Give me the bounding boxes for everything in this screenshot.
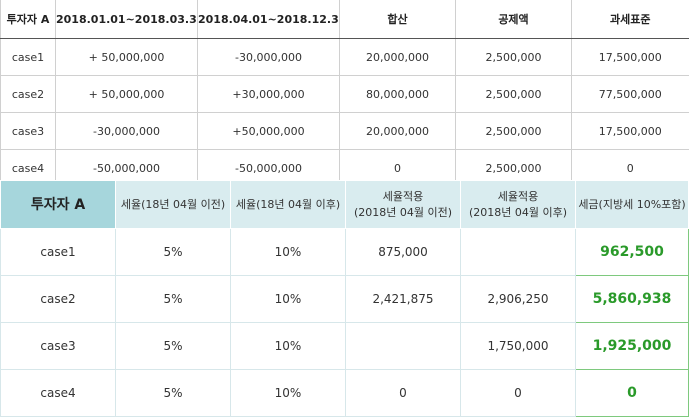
applied-after-value: 1,750,000	[460, 322, 576, 370]
header-period-1: 2018.01.01~2018.03.31	[55, 0, 198, 39]
sum-value: 20,000,000	[339, 38, 456, 76]
tax-calculation-table: 투자자 A 세율(18년 04월 이전) 세율(18년 04월 이후) 세율적용…	[0, 180, 689, 417]
period-1-value: + 50,000,000	[55, 75, 198, 113]
applied-before-value: 0	[345, 369, 461, 417]
case-label: case2	[0, 275, 116, 323]
rate-before-value: 5%	[115, 322, 231, 370]
table-header-row: 투자자 A 2018.01.01~2018.03.31 2018.04.01~2…	[0, 0, 689, 39]
header-investor: 투자자 A	[0, 180, 116, 229]
table-row: case1 5% 10% 875,000 962,500	[0, 228, 689, 276]
case-label: case4	[0, 369, 116, 417]
period-2-value: +30,000,000	[197, 75, 340, 113]
rate-after-value: 10%	[230, 275, 346, 323]
applied-before-value	[345, 322, 461, 370]
table-row: case1 + 50,000,000 -30,000,000 20,000,00…	[0, 38, 689, 76]
header-sum: 합산	[339, 0, 456, 39]
rate-after-value: 10%	[230, 228, 346, 276]
tax-base-value: 77,500,000	[571, 75, 689, 113]
header-applied-before-line1: 세율적용	[382, 189, 424, 203]
header-tax-base: 과세표준	[571, 0, 689, 39]
deduction-value: 2,500,000	[455, 112, 572, 150]
rate-after-value: 10%	[230, 369, 346, 417]
period-1-value: + 50,000,000	[55, 38, 198, 76]
tax-value: 0	[575, 369, 689, 417]
header-applied-after-line1: 세율적용	[497, 189, 539, 203]
case-label: case3	[0, 112, 56, 150]
case-label: case1	[0, 38, 56, 76]
table-row: case2 5% 10% 2,421,875 2,906,250 5,860,9…	[0, 275, 689, 323]
tax-value: 962,500	[575, 228, 689, 276]
tax-base-value: 17,500,000	[571, 112, 689, 150]
tax-value: 1,925,000	[575, 322, 689, 370]
sum-value: 80,000,000	[339, 75, 456, 113]
table-header-row: 투자자 A 세율(18년 04월 이전) 세율(18년 04월 이후) 세율적용…	[0, 180, 689, 229]
applied-after-value: 0	[460, 369, 576, 417]
case-label: case2	[0, 75, 56, 113]
period-1-value: -30,000,000	[55, 112, 198, 150]
rate-before-value: 5%	[115, 369, 231, 417]
header-applied-before: 세율적용 (2018년 04월 이전)	[345, 180, 461, 229]
period-2-value: -30,000,000	[197, 38, 340, 76]
rate-before-value: 5%	[115, 275, 231, 323]
tax-base-value: 17,500,000	[571, 38, 689, 76]
header-investor: 투자자 A	[0, 0, 56, 39]
header-tax: 세금(지방세 10%포함)	[575, 180, 689, 229]
header-period-2: 2018.04.01~2018.12.31	[197, 0, 340, 39]
header-applied-before-line2: (2018년 04월 이전)	[353, 205, 453, 219]
header-applied-after-line2: (2018년 04월 이후)	[468, 205, 568, 219]
deduction-value: 2,500,000	[455, 75, 572, 113]
header-rate-after: 세율(18년 04월 이후)	[230, 180, 346, 229]
deduction-value: 2,500,000	[455, 38, 572, 76]
applied-after-value	[460, 228, 576, 276]
applied-before-value: 875,000	[345, 228, 461, 276]
tax-value: 5,860,938	[575, 275, 689, 323]
rate-after-value: 10%	[230, 322, 346, 370]
case-label: case3	[0, 322, 116, 370]
table-row: case3 5% 10% 1,750,000 1,925,000	[0, 322, 689, 370]
header-rate-before: 세율(18년 04월 이전)	[115, 180, 231, 229]
header-applied-after: 세율적용 (2018년 04월 이후)	[460, 180, 576, 229]
applied-after-value: 2,906,250	[460, 275, 576, 323]
period-2-value: +50,000,000	[197, 112, 340, 150]
gain-summary-table: 투자자 A 2018.01.01~2018.03.31 2018.04.01~2…	[0, 0, 689, 187]
table-row: case4 5% 10% 0 0 0	[0, 369, 689, 417]
table-row: case2 + 50,000,000 +30,000,000 80,000,00…	[0, 75, 689, 113]
case-label: case1	[0, 228, 116, 276]
header-deduction: 공제액	[455, 0, 572, 39]
table-row: case3 -30,000,000 +50,000,000 20,000,000…	[0, 112, 689, 150]
sum-value: 20,000,000	[339, 112, 456, 150]
rate-before-value: 5%	[115, 228, 231, 276]
applied-before-value: 2,421,875	[345, 275, 461, 323]
